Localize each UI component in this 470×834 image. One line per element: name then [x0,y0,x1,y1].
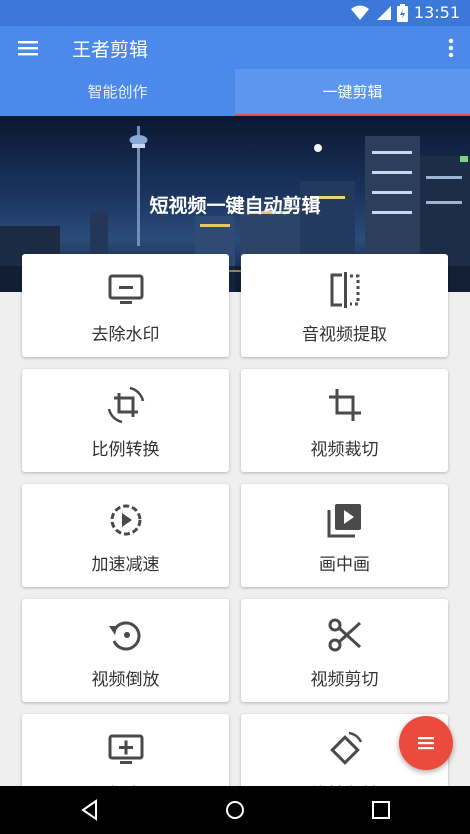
signal-icon [376,5,391,20]
wifi-icon [350,5,369,20]
tab-bar: 智能创作 一键剪辑 [0,69,470,116]
battery-icon [396,3,408,22]
tool-label: 视频裁切 [310,440,379,460]
app-bar: 王者剪辑 [0,26,470,69]
tool-label: 音视频提取 [302,325,387,345]
tool-label: 加速减速 [91,555,160,575]
scissors-icon [328,618,361,652]
tool-video-cut[interactable]: 视频剪切 [241,599,448,702]
list-menu-icon [418,737,434,750]
tool-label: 视频倒放 [91,670,160,690]
tv-plus-icon [108,734,143,764]
back-icon[interactable] [78,798,102,822]
rotate-icon [329,731,362,765]
tool-reverse[interactable]: 视频倒放 [22,599,229,702]
hamburger-icon[interactable] [16,37,40,59]
fab-menu-button[interactable] [399,716,453,770]
tool-aspect-ratio[interactable]: 比例转换 [22,369,229,472]
tool-extract-audio-video[interactable]: 音视频提取 [241,254,448,357]
status-icons: 13:51 [350,3,460,22]
tool-label: 比例转换 [91,440,160,460]
tool-remove-watermark[interactable]: 去除水印 [22,254,229,357]
more-vert-icon[interactable] [446,36,456,60]
recents-icon[interactable] [369,798,393,822]
replay-icon [108,621,140,651]
tool-label: 画中画 [319,555,370,575]
tool-speed[interactable]: 加速减速 [22,484,229,587]
status-time: 13:51 [413,3,460,22]
tool-picture-in-picture[interactable]: 画中画 [241,484,448,587]
app-title: 王者剪辑 [72,39,149,61]
tv-minus-icon [108,274,143,304]
tab-smart-create[interactable]: 智能创作 [0,69,235,116]
crop-icon [328,389,361,421]
hero-tagline: 短视频一键自动剪辑 [149,195,321,217]
status-bar: 13:51 [0,0,470,26]
slow-motion-icon [110,504,141,536]
tool-label: 去除水印 [91,325,160,345]
home-icon[interactable] [223,798,247,822]
crop-rotate-icon [107,386,144,424]
tab-one-click-edit[interactable]: 一键剪辑 [235,69,470,116]
system-nav-bar [0,786,470,834]
video-library-icon [327,504,361,538]
tool-label: 视频剪切 [310,670,379,690]
split-icon [330,272,359,308]
tool-video-crop[interactable]: 视频裁切 [241,369,448,472]
